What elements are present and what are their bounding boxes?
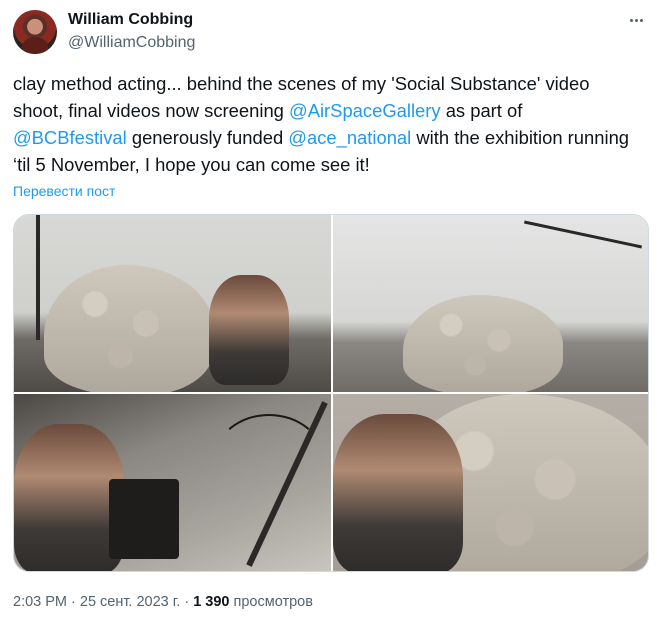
light-stand — [36, 215, 40, 340]
photo-1[interactable] — [14, 215, 331, 392]
mention-ace-national[interactable]: @ace_national — [288, 127, 411, 148]
author-name[interactable]: William Cobbing — [68, 11, 193, 29]
views-label: просмотров — [229, 594, 313, 610]
tweet-text-part: generously funded — [126, 127, 289, 148]
tweet-text-part: as part of — [440, 100, 523, 121]
person-figure — [333, 414, 463, 571]
clay-sculpture — [44, 265, 214, 392]
tweet-header: William Cobbing @WilliamCobbing — [13, 9, 647, 57]
tweet-text: clay method acting... behind the scenes … — [13, 70, 643, 178]
more-options-icon[interactable] — [625, 9, 647, 31]
separator: · — [67, 594, 80, 610]
tweet-meta: 2:03 PM · 25 сент. 2023 г. · 1 390 просм… — [13, 594, 313, 610]
person-figure — [209, 275, 289, 385]
mention-bcbfestival[interactable]: @BCBfestival — [13, 127, 127, 148]
boom-mic — [523, 220, 643, 249]
person-figure — [14, 424, 124, 571]
separator: · — [180, 594, 194, 610]
cable — [214, 414, 324, 504]
photo-2[interactable] — [333, 215, 648, 392]
author-handle[interactable]: @WilliamCobbing — [68, 34, 195, 52]
translate-post-link[interactable]: Перевести пост — [13, 183, 115, 199]
tweet-date[interactable]: 25 сент. 2023 г. — [80, 594, 180, 610]
tweet-time[interactable]: 2:03 PM — [13, 594, 67, 610]
photo-3[interactable] — [14, 394, 331, 571]
mention-airspacegallery[interactable]: @AirSpaceGallery — [289, 100, 441, 121]
media-grid — [13, 214, 649, 572]
clay-sculpture — [403, 295, 563, 392]
views-count: 1 390 — [193, 594, 230, 610]
photo-4[interactable] — [333, 394, 648, 571]
camera — [109, 479, 179, 559]
avatar[interactable] — [13, 10, 57, 54]
